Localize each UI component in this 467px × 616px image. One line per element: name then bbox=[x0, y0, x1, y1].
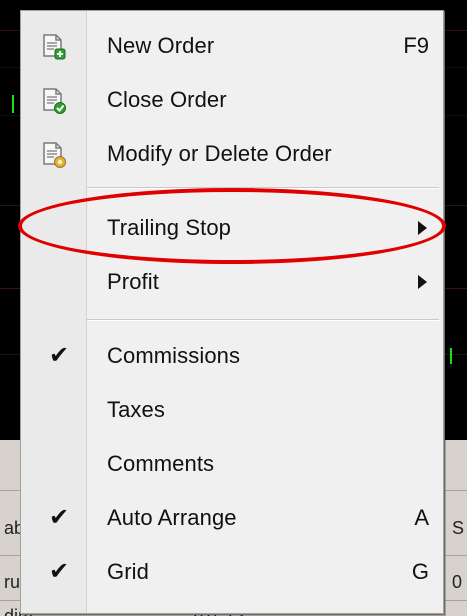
menu-item-close-order[interactable]: Close Order bbox=[21, 73, 445, 127]
menu-separator bbox=[87, 319, 439, 321]
chart-tick bbox=[12, 95, 14, 113]
menu-item-label: Taxes bbox=[107, 397, 165, 422]
menu-item-label: Close Order bbox=[107, 87, 227, 112]
menu-separator bbox=[87, 187, 439, 189]
panel-text: 0 bbox=[452, 572, 463, 592]
menu-item-label: Comments bbox=[107, 451, 215, 476]
menu-item-profit[interactable]: Profit bbox=[21, 255, 445, 309]
panel-text: ru bbox=[4, 572, 21, 592]
menu-item-comments[interactable]: Comments bbox=[21, 437, 445, 491]
menu-item-shortcut: G bbox=[411, 559, 429, 584]
modify-order-icon bbox=[39, 140, 67, 168]
menu-item-new-order[interactable]: New Order F9 bbox=[21, 19, 445, 73]
menu-item-modify-or-delete-order[interactable]: Modify or Delete Order bbox=[21, 127, 445, 181]
close-order-icon bbox=[39, 86, 67, 114]
menu-item-shortcut: F9 bbox=[403, 33, 429, 58]
menu-item-shortcut: A bbox=[414, 505, 429, 530]
menu-item-grid[interactable]: ✔ Grid G bbox=[21, 545, 445, 599]
submenu-arrow-icon bbox=[418, 275, 427, 289]
checkmark-icon: ✔ bbox=[49, 558, 70, 585]
menu-item-auto-arrange[interactable]: ✔ Auto Arrange A bbox=[21, 491, 445, 545]
panel-text: S bbox=[452, 518, 465, 538]
menu-item-label: New Order bbox=[107, 33, 215, 58]
menu-item-label: Grid bbox=[107, 559, 149, 584]
checkmark-icon: ✔ bbox=[49, 342, 70, 369]
context-menu: New Order F9 Close Order Modify or Delet… bbox=[20, 10, 444, 614]
chart-tick bbox=[450, 348, 452, 364]
menu-item-commissions[interactable]: ✔ Commissions bbox=[21, 329, 445, 383]
menu-item-label: Profit bbox=[107, 269, 159, 294]
menu-item-label: Trailing Stop bbox=[107, 215, 231, 240]
menu-item-taxes[interactable]: Taxes bbox=[21, 383, 445, 437]
menu-item-label: Auto Arrange bbox=[107, 505, 237, 530]
menu-item-label: Commissions bbox=[107, 343, 241, 368]
menu-item-trailing-stop[interactable]: Trailing Stop bbox=[21, 201, 445, 255]
menu-item-label: Modify or Delete Order bbox=[107, 141, 332, 166]
submenu-arrow-icon bbox=[418, 221, 427, 235]
checkmark-icon: ✔ bbox=[49, 504, 70, 531]
new-order-icon bbox=[39, 32, 67, 60]
